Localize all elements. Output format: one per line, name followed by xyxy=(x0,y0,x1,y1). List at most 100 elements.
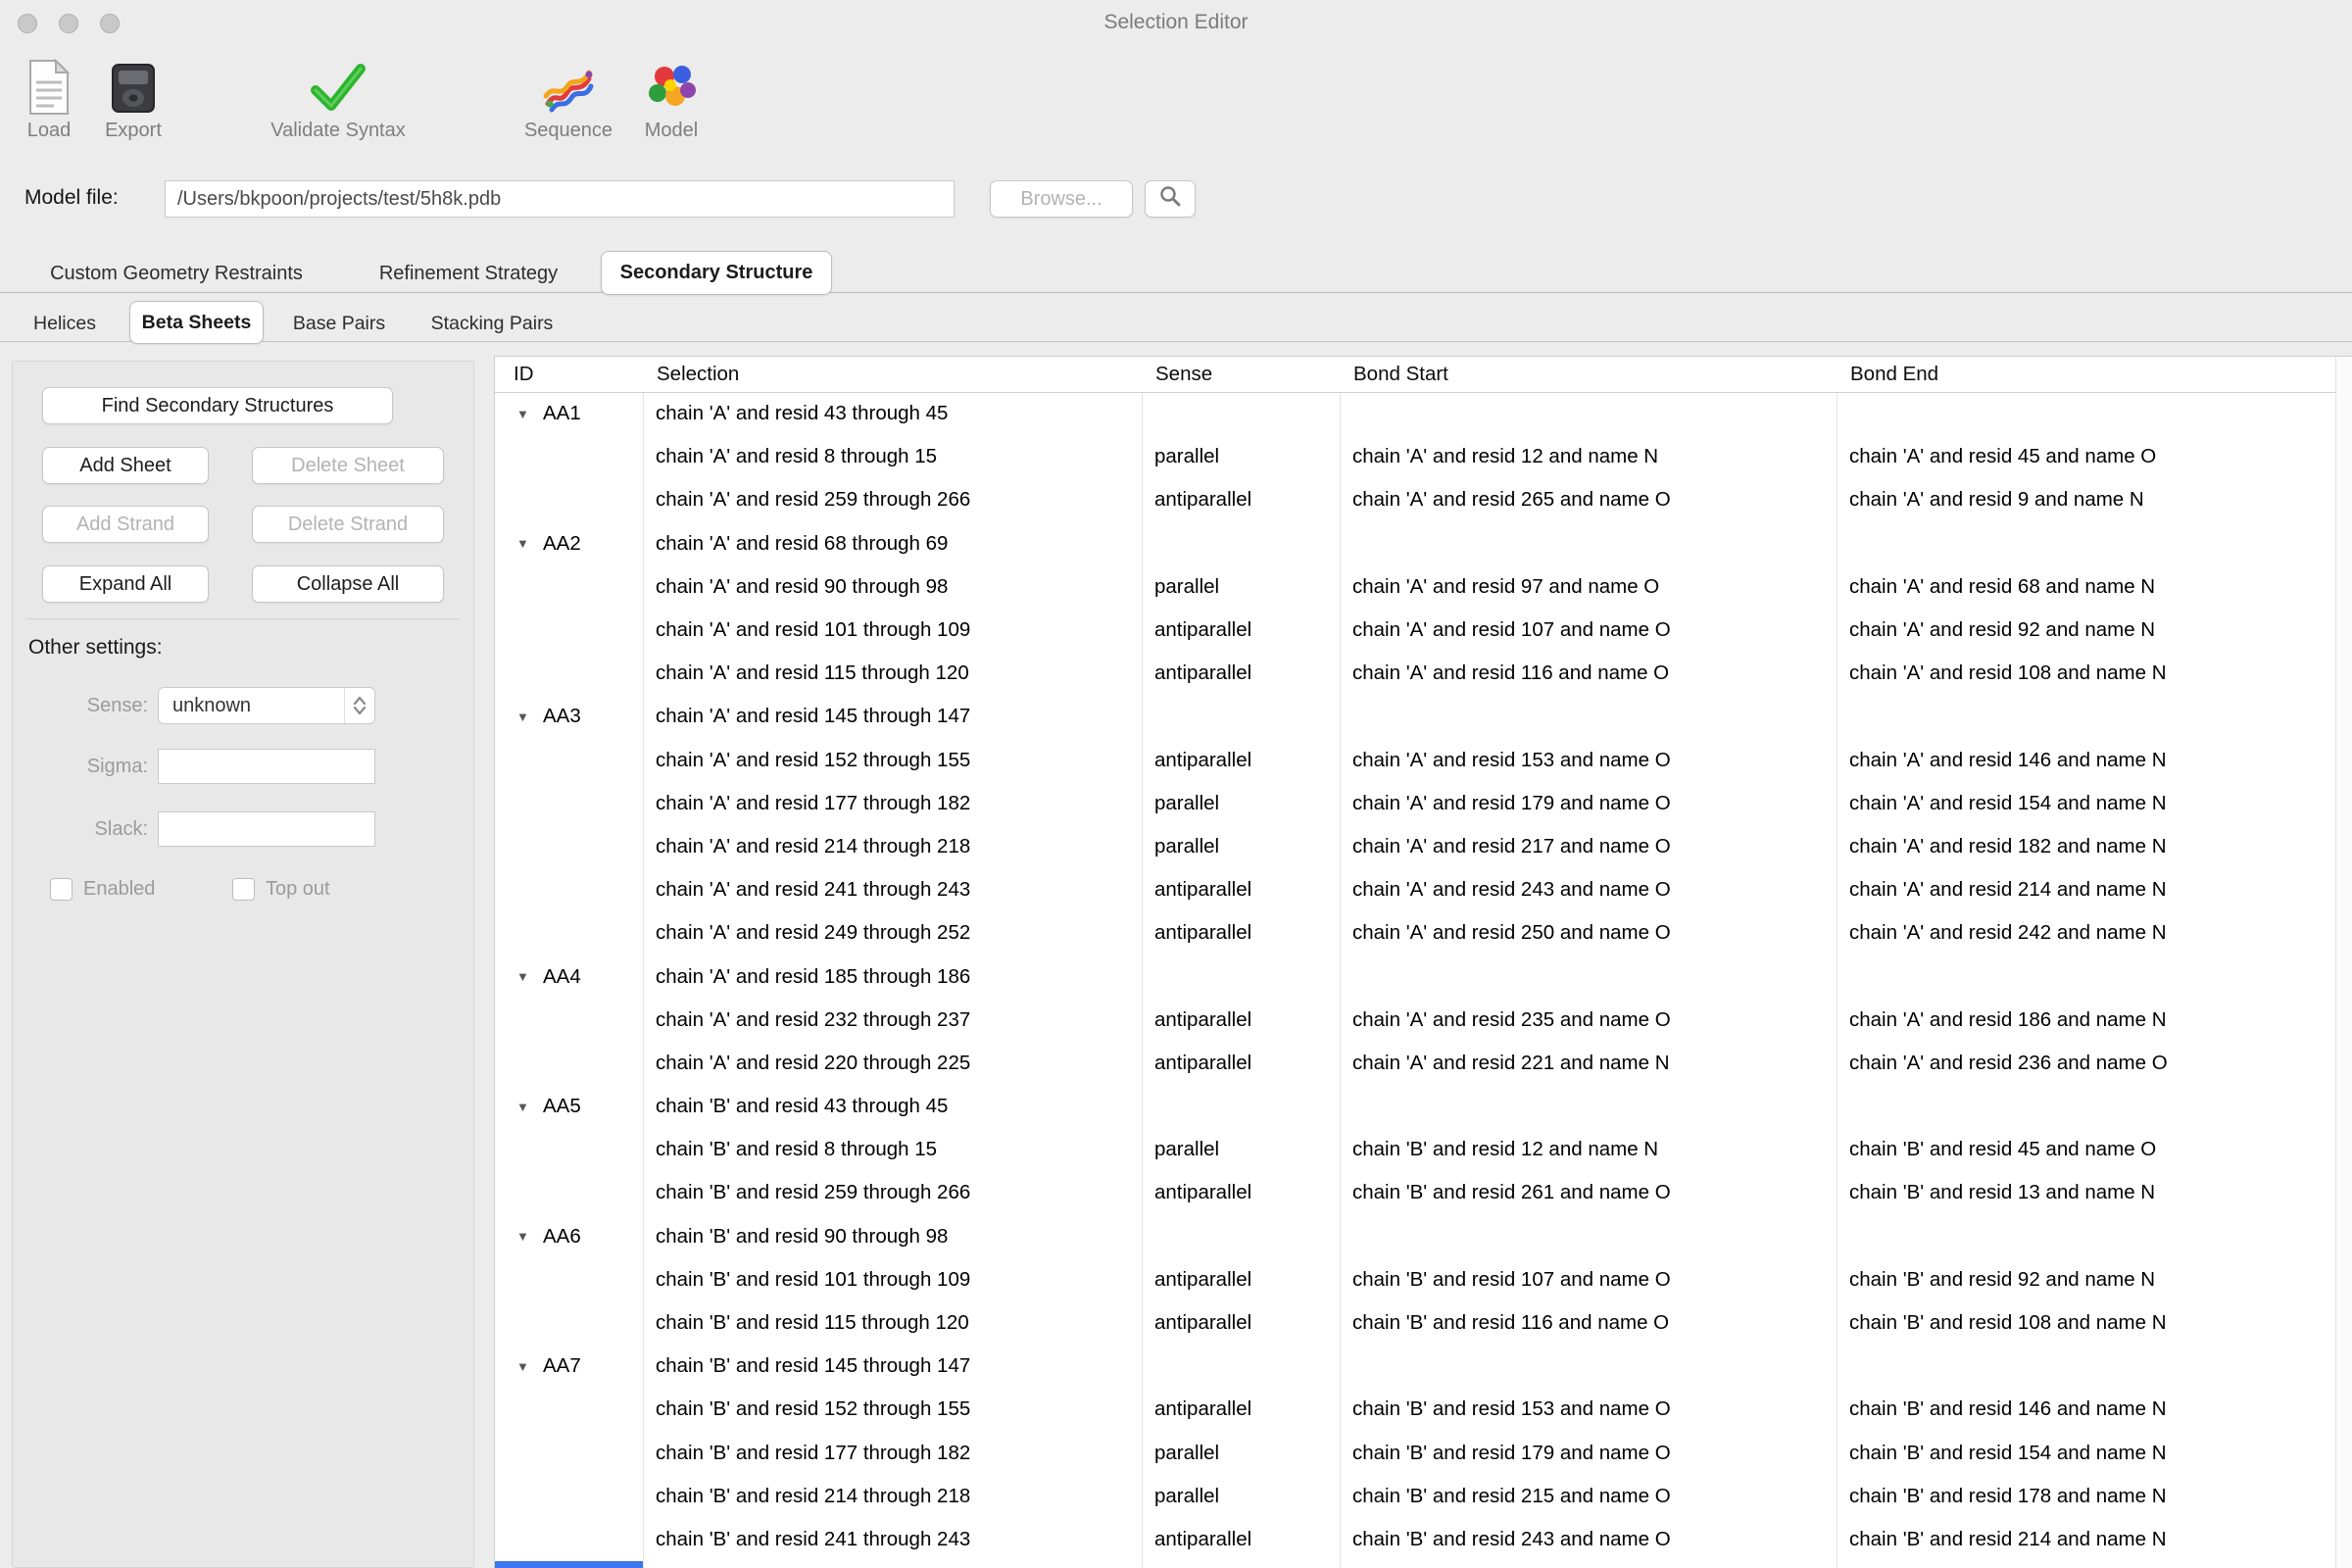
table-row[interactable]: chain 'B' and resid 259 through 266antip… xyxy=(495,1171,2337,1214)
collapse-all-button[interactable]: Collapse All xyxy=(252,565,444,603)
row-selection-cell: chain 'A' and resid 8 through 15 xyxy=(643,445,1142,468)
row-bond-start-cell: chain 'B' and resid 243 and name O xyxy=(1340,1528,1837,1551)
table-row[interactable]: ▼AA1chain 'A' and resid 43 through 45 xyxy=(495,392,2337,435)
row-sense-cell: parallel xyxy=(1142,835,1340,858)
export-button[interactable]: Export xyxy=(94,45,172,142)
find-secondary-structures-button[interactable]: Find Secondary Structures xyxy=(42,387,393,424)
row-selection-cell: chain 'A' and resid 249 through 252 xyxy=(643,921,1142,945)
sense-select[interactable]: unknown xyxy=(158,687,375,724)
enabled-checkbox[interactable] xyxy=(50,878,73,901)
row-sense-cell: parallel xyxy=(1142,1442,1340,1465)
table-row[interactable]: chain 'B' and resid 177 through 182paral… xyxy=(495,1432,2337,1475)
row-bond-end-cell: chain 'B' and resid 13 and name N xyxy=(1837,1181,2337,1204)
table-row[interactable]: chain 'B' and resid 115 through 120antip… xyxy=(495,1301,2337,1345)
table-row[interactable]: chain 'B' and resid 101 through 109antip… xyxy=(495,1258,2337,1301)
row-selection-cell: chain 'A' and resid 43 through 45 xyxy=(643,402,1142,425)
expand-all-button[interactable]: Expand All xyxy=(42,565,209,603)
row-bond-start-cell: chain 'A' and resid 250 and name O xyxy=(1340,921,1837,945)
model-button[interactable]: Model xyxy=(627,45,715,142)
model-file-label: Model file: xyxy=(24,186,119,210)
row-selection-cell: chain 'A' and resid 232 through 237 xyxy=(643,1008,1142,1032)
table-row[interactable]: chain 'A' and resid 249 through 252antip… xyxy=(495,911,2337,955)
column-header-selection[interactable]: Selection xyxy=(643,363,1142,386)
disclosure-triangle-icon[interactable]: ▼ xyxy=(516,536,532,551)
table-row[interactable]: ▼AA4chain 'A' and resid 185 through 186 xyxy=(495,955,2337,998)
tab-custom-geometry-restraints[interactable]: Custom Geometry Restraints xyxy=(24,255,328,292)
table-row[interactable]: chain 'A' and resid 214 through 218paral… xyxy=(495,825,2337,868)
titlebar: Selection Editor xyxy=(0,0,2352,45)
subtab-beta-sheets[interactable]: Beta Sheets xyxy=(129,301,264,344)
table-row[interactable]: chain 'A' and resid 90 through 98paralle… xyxy=(495,565,2337,609)
table-row[interactable]: chain 'A' and resid 177 through 182paral… xyxy=(495,782,2337,825)
sheet-id-label: AA7 xyxy=(543,1354,581,1378)
add-sheet-button[interactable]: Add Sheet xyxy=(42,447,209,484)
tab-refinement-strategy[interactable]: Refinement Strategy xyxy=(362,255,575,292)
subtab-base-pairs[interactable]: Base Pairs xyxy=(286,305,392,342)
row-bond-start-cell: chain 'B' and resid 12 and name N xyxy=(1340,1138,1837,1161)
table-row[interactable]: chain 'A' and resid 152 through 155antip… xyxy=(495,739,2337,782)
disclosure-triangle-icon[interactable]: ▼ xyxy=(516,1229,532,1244)
table-row[interactable]: chain 'A' and resid 8 through 15parallel… xyxy=(495,435,2337,478)
model-file-input[interactable] xyxy=(165,180,955,218)
table-row[interactable]: chain 'A' and resid 220 through 225antip… xyxy=(495,1042,2337,1085)
row-id-cell: ▼AA1 xyxy=(495,402,643,425)
delete-strand-button[interactable]: Delete Strand xyxy=(252,506,444,543)
delete-sheet-button[interactable]: Delete Sheet xyxy=(252,447,444,484)
table-row[interactable]: ▼AA2chain 'A' and resid 68 through 69 xyxy=(495,522,2337,565)
subtab-stacking-pairs[interactable]: Stacking Pairs xyxy=(413,305,571,342)
slack-input[interactable] xyxy=(158,811,375,847)
table-row[interactable]: ▼AA7chain 'B' and resid 145 through 147 xyxy=(495,1345,2337,1388)
disclosure-triangle-icon[interactable]: ▼ xyxy=(516,710,532,724)
row-bond-start-cell: chain 'A' and resid 235 and name O xyxy=(1340,1008,1837,1032)
disclosure-triangle-icon[interactable]: ▼ xyxy=(516,1359,532,1374)
toolbar: Load Export Validate Syntax xyxy=(0,45,2352,159)
disclosure-triangle-icon[interactable]: ▼ xyxy=(516,407,532,421)
table-row[interactable]: ▼AA5chain 'B' and resid 43 through 45 xyxy=(495,1085,2337,1128)
column-header-sense[interactable]: Sense xyxy=(1142,363,1340,386)
row-bond-start-cell: chain 'B' and resid 116 and name O xyxy=(1340,1311,1837,1335)
table-row[interactable]: ▼AA6chain 'B' and resid 90 through 98 xyxy=(495,1215,2337,1258)
sigma-input[interactable] xyxy=(158,749,375,784)
column-header-bond-start[interactable]: Bond Start xyxy=(1340,363,1837,386)
table-row[interactable]: chain 'A' and resid 232 through 237antip… xyxy=(495,999,2337,1042)
add-strand-button[interactable]: Add Strand xyxy=(42,506,209,543)
table-row[interactable]: ▼AA3chain 'A' and resid 145 through 147 xyxy=(495,695,2337,738)
column-header-bond-end[interactable]: Bond End xyxy=(1837,363,2337,386)
table-row[interactable]: chain 'B' and resid 8 through 15parallel… xyxy=(495,1128,2337,1171)
table-row[interactable]: chain 'B' and resid 241 through 243antip… xyxy=(495,1518,2337,1561)
disclosure-triangle-icon[interactable]: ▼ xyxy=(516,969,532,984)
table-scrollbar[interactable] xyxy=(2335,357,2352,1568)
load-icon xyxy=(26,45,72,116)
load-label: Load xyxy=(27,120,72,142)
model-label: Model xyxy=(645,120,698,142)
row-sense-cell: antiparallel xyxy=(1142,1311,1340,1335)
table-row[interactable]: chain 'A' and resid 241 through 243antip… xyxy=(495,868,2337,911)
partial-selected-row[interactable] xyxy=(495,1561,643,1568)
column-divider xyxy=(1837,357,1838,1568)
table-body: ▼AA1chain 'A' and resid 43 through 45cha… xyxy=(495,392,2337,1561)
sheet-id-label: AA4 xyxy=(543,965,581,989)
subtab-helices[interactable]: Helices xyxy=(24,305,105,342)
disclosure-triangle-icon[interactable]: ▼ xyxy=(516,1100,532,1114)
sequence-button[interactable]: Sequence xyxy=(508,45,629,142)
row-bond-end-cell: chain 'B' and resid 178 and name N xyxy=(1837,1485,2337,1508)
table-row[interactable]: chain 'B' and resid 152 through 155antip… xyxy=(495,1388,2337,1431)
load-button[interactable]: Load xyxy=(12,45,86,142)
row-bond-end-cell: chain 'A' and resid 154 and name N xyxy=(1837,792,2337,815)
table-row[interactable]: chain 'A' and resid 259 through 266antip… xyxy=(495,478,2337,521)
model-search-button[interactable] xyxy=(1145,180,1196,218)
row-bond-end-cell: chain 'A' and resid 45 and name O xyxy=(1837,445,2337,468)
top-out-checkbox[interactable] xyxy=(232,878,255,901)
tab-secondary-structure[interactable]: Secondary Structure xyxy=(601,251,832,295)
table-row[interactable]: chain 'A' and resid 115 through 120antip… xyxy=(495,652,2337,695)
validate-syntax-label: Validate Syntax xyxy=(270,120,406,142)
table-row[interactable]: chain 'B' and resid 214 through 218paral… xyxy=(495,1475,2337,1518)
row-bond-end-cell: chain 'A' and resid 186 and name N xyxy=(1837,1008,2337,1032)
row-bond-start-cell: chain 'A' and resid 153 and name O xyxy=(1340,749,1837,772)
validate-syntax-button[interactable]: Validate Syntax xyxy=(250,45,426,142)
slack-label: Slack: xyxy=(32,818,148,841)
column-header-id[interactable]: ID xyxy=(495,363,643,386)
row-sense-cell: antiparallel xyxy=(1142,488,1340,512)
table-row[interactable]: chain 'A' and resid 101 through 109antip… xyxy=(495,609,2337,652)
browse-button[interactable]: Browse... xyxy=(990,180,1133,218)
